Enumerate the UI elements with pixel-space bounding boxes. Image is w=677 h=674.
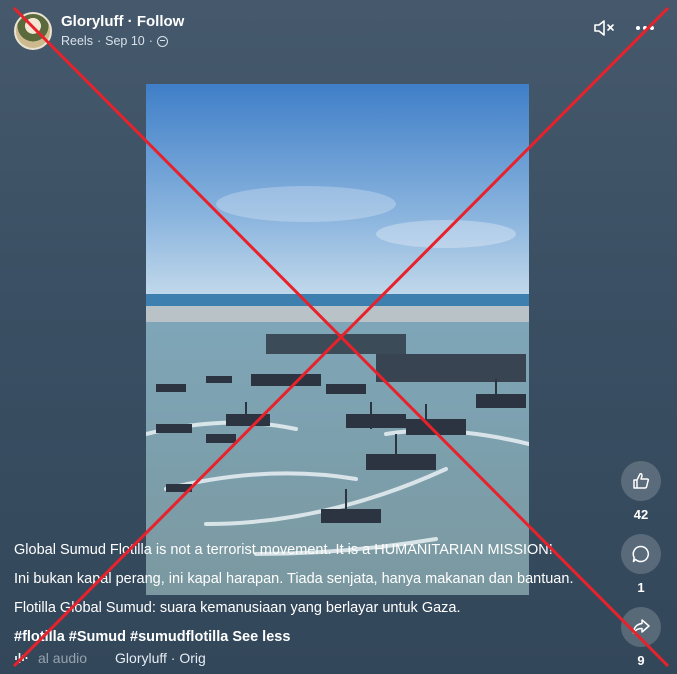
post-meta: Gloryluff · Follow Reels · Sep 10 ·	[61, 12, 184, 50]
mute-icon[interactable]	[593, 18, 617, 38]
username[interactable]: Gloryluff	[61, 13, 124, 30]
audio-text: al audio	[38, 650, 88, 666]
share-action: 9	[621, 607, 661, 669]
caption-line: Ini bukan kapal perang, ini kapal harapa…	[14, 571, 574, 587]
see-less-button[interactable]: See less	[232, 629, 290, 645]
cloud	[376, 220, 516, 248]
follow-button[interactable]: Follow	[137, 13, 185, 30]
name-row: Gloryluff · Follow	[61, 12, 184, 32]
comment-button[interactable]	[621, 534, 661, 574]
share-count: 9	[637, 653, 645, 668]
reel-header: Gloryluff · Follow Reels · Sep 10 ·	[14, 12, 184, 50]
reels-label[interactable]: Reels	[61, 32, 93, 50]
audio-wave-icon	[15, 653, 28, 663]
sub-row: Reels · Sep 10 ·	[61, 32, 184, 50]
hashtags[interactable]: #flotilla #Sumud #sumudflotilla	[14, 629, 228, 645]
avatar[interactable]	[14, 12, 52, 50]
harbor-shore	[146, 306, 529, 324]
cloud	[216, 186, 396, 222]
like-action: 42	[621, 461, 661, 523]
caption: Global Sumud Flotilla is not a terrorist…	[14, 536, 594, 652]
comment-count: 1	[637, 580, 645, 595]
caption-line: Global Sumud Flotilla is not a terrorist…	[14, 542, 553, 558]
like-button[interactable]	[621, 461, 661, 501]
top-icons	[593, 18, 655, 38]
comment-action: 1	[621, 534, 661, 596]
share-icon	[632, 619, 650, 634]
post-date[interactable]: Sep 10	[105, 32, 145, 50]
sub-separator: ·	[96, 34, 102, 48]
share-button[interactable]	[621, 607, 661, 647]
audio-owner[interactable]: Gloryluff · Orig	[115, 650, 206, 666]
audio-bar[interactable]: al audio Gloryluff · Orig	[14, 650, 206, 666]
thumbs-up-icon	[633, 473, 650, 489]
video-player[interactable]	[146, 84, 529, 595]
sub-separator-2: ·	[148, 34, 153, 48]
comment-icon	[632, 545, 650, 563]
caption-tags-row: #flotilla #Sumud #sumudflotilla See less	[14, 623, 594, 652]
name-separator: ·	[123, 13, 137, 30]
caption-line: Flotilla Global Sumud: suara kemanusiaan…	[14, 600, 461, 616]
video-frame	[146, 84, 529, 595]
like-count: 42	[633, 507, 649, 522]
globe-icon	[156, 35, 168, 47]
more-icon[interactable]	[635, 18, 655, 38]
